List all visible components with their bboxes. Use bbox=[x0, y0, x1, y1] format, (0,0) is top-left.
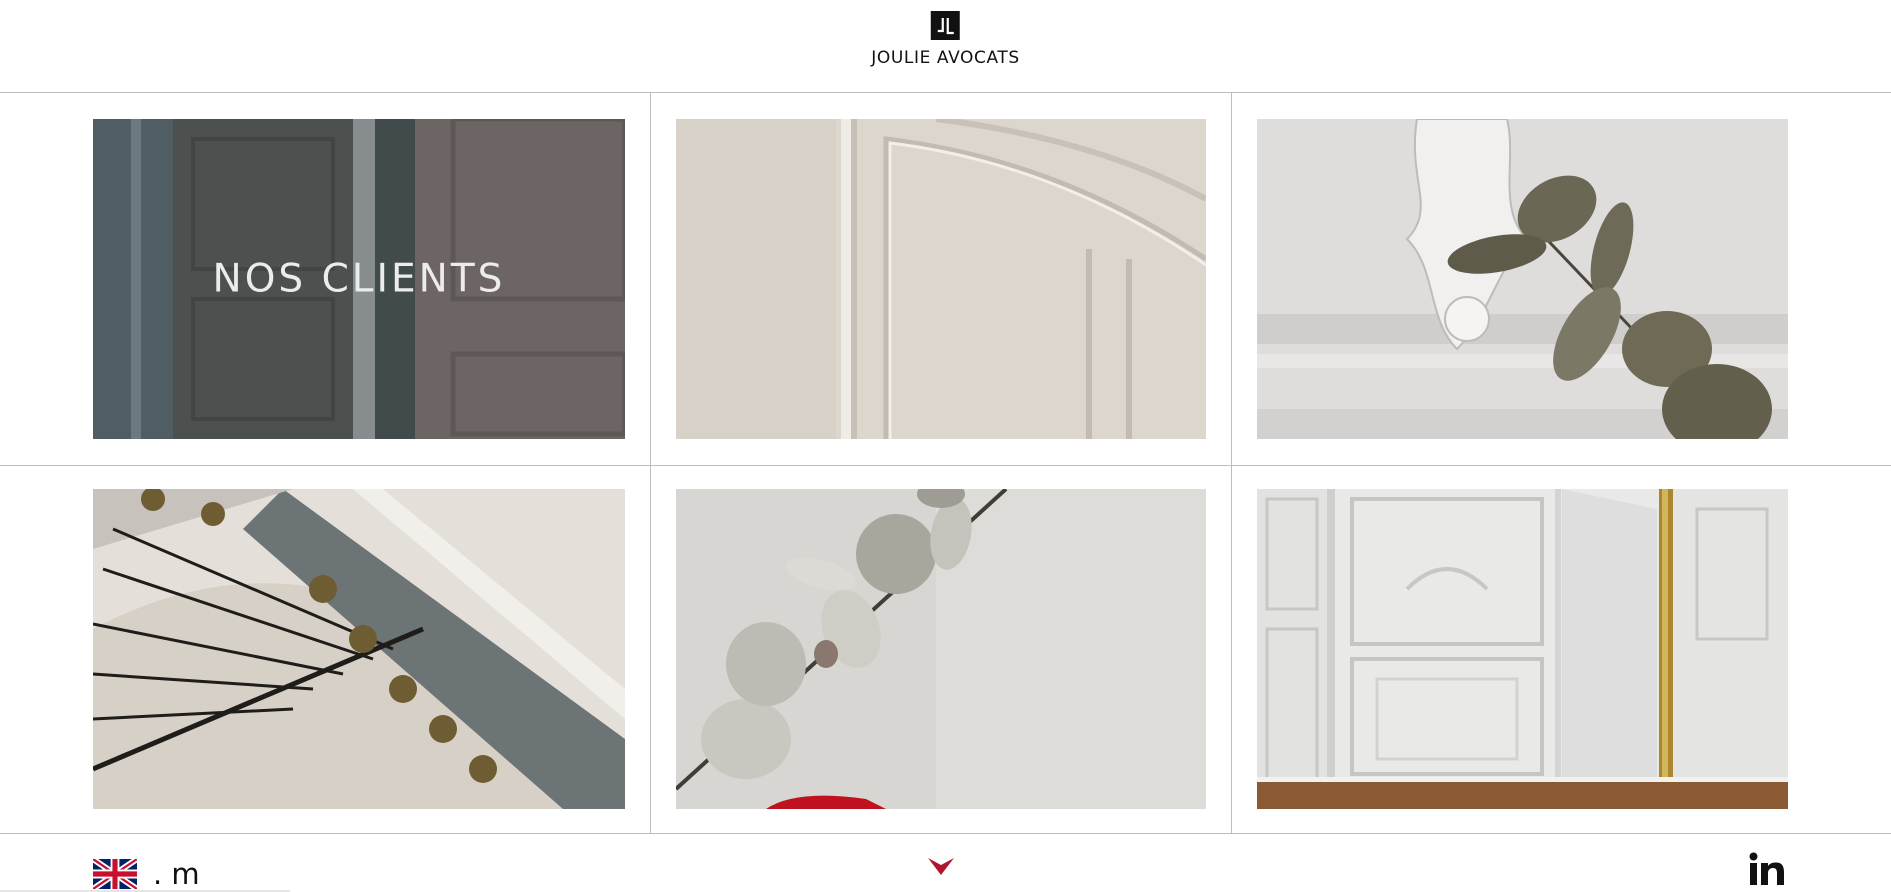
tile-label: NOS CLIENTS bbox=[212, 256, 506, 302]
tile-photo bbox=[676, 119, 1206, 439]
photo-grid: NOS CLIENTS bbox=[0, 93, 1891, 835]
tile-photo bbox=[1257, 489, 1788, 809]
tile-photo bbox=[1257, 119, 1788, 439]
chevron-down-icon[interactable] bbox=[928, 856, 954, 876]
tile-nos-clients[interactable]: NOS CLIENTS bbox=[93, 119, 625, 439]
uk-flag-icon bbox=[93, 859, 137, 889]
tile-photo bbox=[676, 489, 1206, 809]
tile-photo-branch[interactable] bbox=[676, 489, 1206, 809]
logo-name: JOULIE AVOCATS bbox=[871, 48, 1020, 68]
site-footer: . m bbox=[0, 835, 1891, 892]
site-logo[interactable]: JOULIE AVOCATS bbox=[871, 11, 1019, 68]
site-header: JOULIE AVOCATS bbox=[0, 0, 1891, 93]
language-switcher[interactable]: . m bbox=[93, 859, 200, 889]
tile-photo-room[interactable] bbox=[1257, 489, 1788, 809]
linkedin-icon[interactable] bbox=[1749, 852, 1785, 886]
grid-divider bbox=[0, 465, 1891, 466]
grid-divider bbox=[650, 93, 651, 834]
grid-divider bbox=[0, 833, 1891, 834]
tile-photo-ornament[interactable] bbox=[1257, 119, 1788, 439]
grid-divider bbox=[1231, 93, 1232, 834]
logo-mark-icon bbox=[930, 11, 960, 40]
language-label: . m bbox=[153, 857, 200, 891]
tile-photo-staircase[interactable] bbox=[93, 489, 625, 809]
tile-photo-wall[interactable] bbox=[676, 119, 1206, 439]
tile-photo bbox=[93, 489, 625, 809]
